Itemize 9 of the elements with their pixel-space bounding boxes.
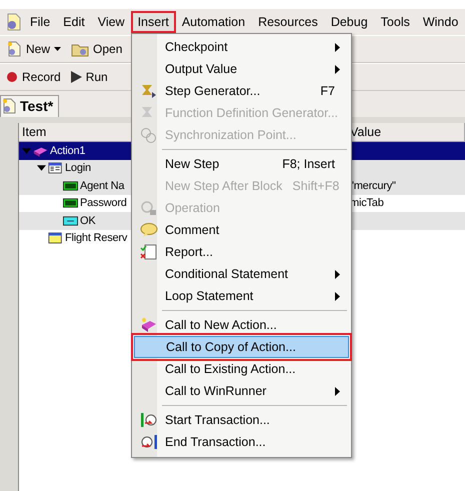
value-cell-text: micTab [349,197,385,210]
tree-item-label: Agent Na [80,180,124,192]
tree-item-label: Login [65,162,91,174]
tree-item-label: Action1 [50,144,86,157]
tab-label: Test* [20,98,54,114]
tree-item-label: Flight Reserv [65,232,128,244]
tree-item-label: Password [80,197,127,210]
value-cell-text: "mercury" [349,180,397,192]
tree-item-label: OK [80,214,96,227]
